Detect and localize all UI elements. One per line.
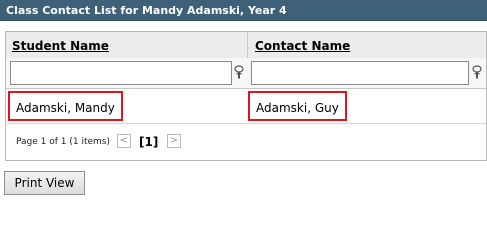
pager: Page 1 of 1 (1 items) < [1] > xyxy=(6,124,486,160)
filter-icon[interactable] xyxy=(471,65,483,81)
student-name-cell[interactable]: Adamski, Mandy xyxy=(8,91,123,121)
panel-title: Class Contact List for Mandy Adamski, Ye… xyxy=(0,0,487,21)
current-page-number: [1] xyxy=(139,135,159,149)
contact-grid: Student Name Contact Name Adamski, Mandy… xyxy=(5,31,487,161)
filter-row xyxy=(6,58,486,89)
contact-name-filter-input[interactable] xyxy=(251,61,469,85)
column-header-contact-name[interactable]: Contact Name xyxy=(249,32,486,58)
pager-summary: Page 1 of 1 (1 items) xyxy=(16,137,110,147)
chevron-right-icon: > xyxy=(169,135,179,146)
column-header-student-name[interactable]: Student Name xyxy=(6,32,249,58)
student-name-filter-input[interactable] xyxy=(10,61,232,85)
next-page-button[interactable]: > xyxy=(167,134,181,148)
print-view-button[interactable]: Print View xyxy=(4,171,85,195)
table-row[interactable]: Adamski, Mandy Adamski, Guy xyxy=(6,89,486,124)
prev-page-button[interactable]: < xyxy=(117,134,131,148)
contact-name-cell[interactable]: Adamski, Guy xyxy=(248,91,347,121)
filter-icon[interactable] xyxy=(233,65,245,81)
grid-header-row: Student Name Contact Name xyxy=(6,32,486,59)
chevron-left-icon: < xyxy=(119,135,129,146)
